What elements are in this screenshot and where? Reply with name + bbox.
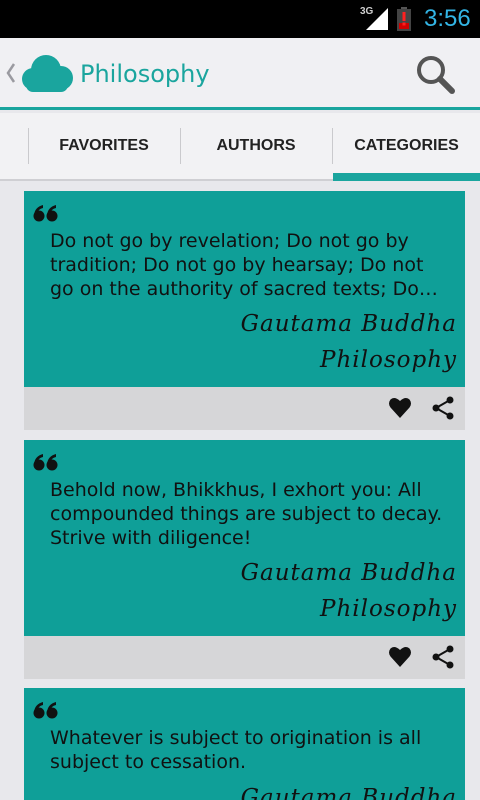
quote-author[interactable]: Gautama Buddha <box>241 311 457 337</box>
quote-category[interactable]: Philosophy <box>320 596 457 622</box>
heart-icon[interactable] <box>388 396 412 420</box>
quote-text: Whatever is subject to origination is al… <box>50 727 422 773</box>
quote-card-actions <box>24 636 465 679</box>
chevron-left-icon[interactable] <box>5 60 17 86</box>
tab-label: FAVORITES <box>59 137 149 154</box>
tab-label: AUTHORS <box>216 137 296 154</box>
quote-card[interactable]: Whatever is subject to origination is al… <box>24 688 465 800</box>
signal-icon <box>366 8 388 30</box>
tab-authors[interactable]: AUTHORS <box>180 113 332 179</box>
quote-icon <box>33 205 58 222</box>
quote-author[interactable]: Gautama Buddha <box>241 560 457 586</box>
quote-category[interactable]: Philosophy <box>320 347 457 373</box>
share-icon[interactable] <box>431 396 455 420</box>
quote-card-body[interactable]: Whatever is subject to origination is al… <box>24 688 465 800</box>
quote-icon <box>33 702 58 719</box>
page-title: Philosophy <box>80 60 210 88</box>
quote-icon <box>33 454 58 471</box>
quote-author[interactable]: Gautama Buddha <box>241 785 457 800</box>
cloud-icon[interactable] <box>18 53 74 93</box>
quote-card[interactable]: Behold now, Bhikkhus, I exhort you: All … <box>24 440 465 679</box>
quote-text: Do not go by revelation; Do not go by tr… <box>50 230 438 300</box>
tab-label: CATEGORIES <box>354 137 459 154</box>
clock: 3:56 <box>424 5 471 32</box>
heart-icon[interactable] <box>388 645 412 669</box>
search-button[interactable] <box>414 54 458 96</box>
share-icon[interactable] <box>431 645 455 669</box>
tab-bar: FAVORITES AUTHORS CATEGORIES <box>0 113 480 181</box>
quote-card-body[interactable]: Behold now, Bhikkhus, I exhort you: All … <box>24 440 465 636</box>
tab-favorites[interactable]: FAVORITES <box>28 113 180 179</box>
search-icon <box>417 56 455 94</box>
selected-tab-indicator <box>333 173 480 181</box>
quote-card[interactable]: Do not go by revelation; Do not go by tr… <box>24 191 465 430</box>
tab-categories[interactable]: CATEGORIES <box>333 113 480 179</box>
quote-card-actions <box>24 387 465 430</box>
battery-alert-icon <box>397 7 411 31</box>
quote-card-body[interactable]: Do not go by revelation; Do not go by tr… <box>24 191 465 387</box>
action-bar: Philosophy <box>0 38 480 110</box>
quote-text: Behold now, Bhikkhus, I exhort you: All … <box>50 479 443 549</box>
status-bar: 3G 3:56 <box>0 0 480 38</box>
